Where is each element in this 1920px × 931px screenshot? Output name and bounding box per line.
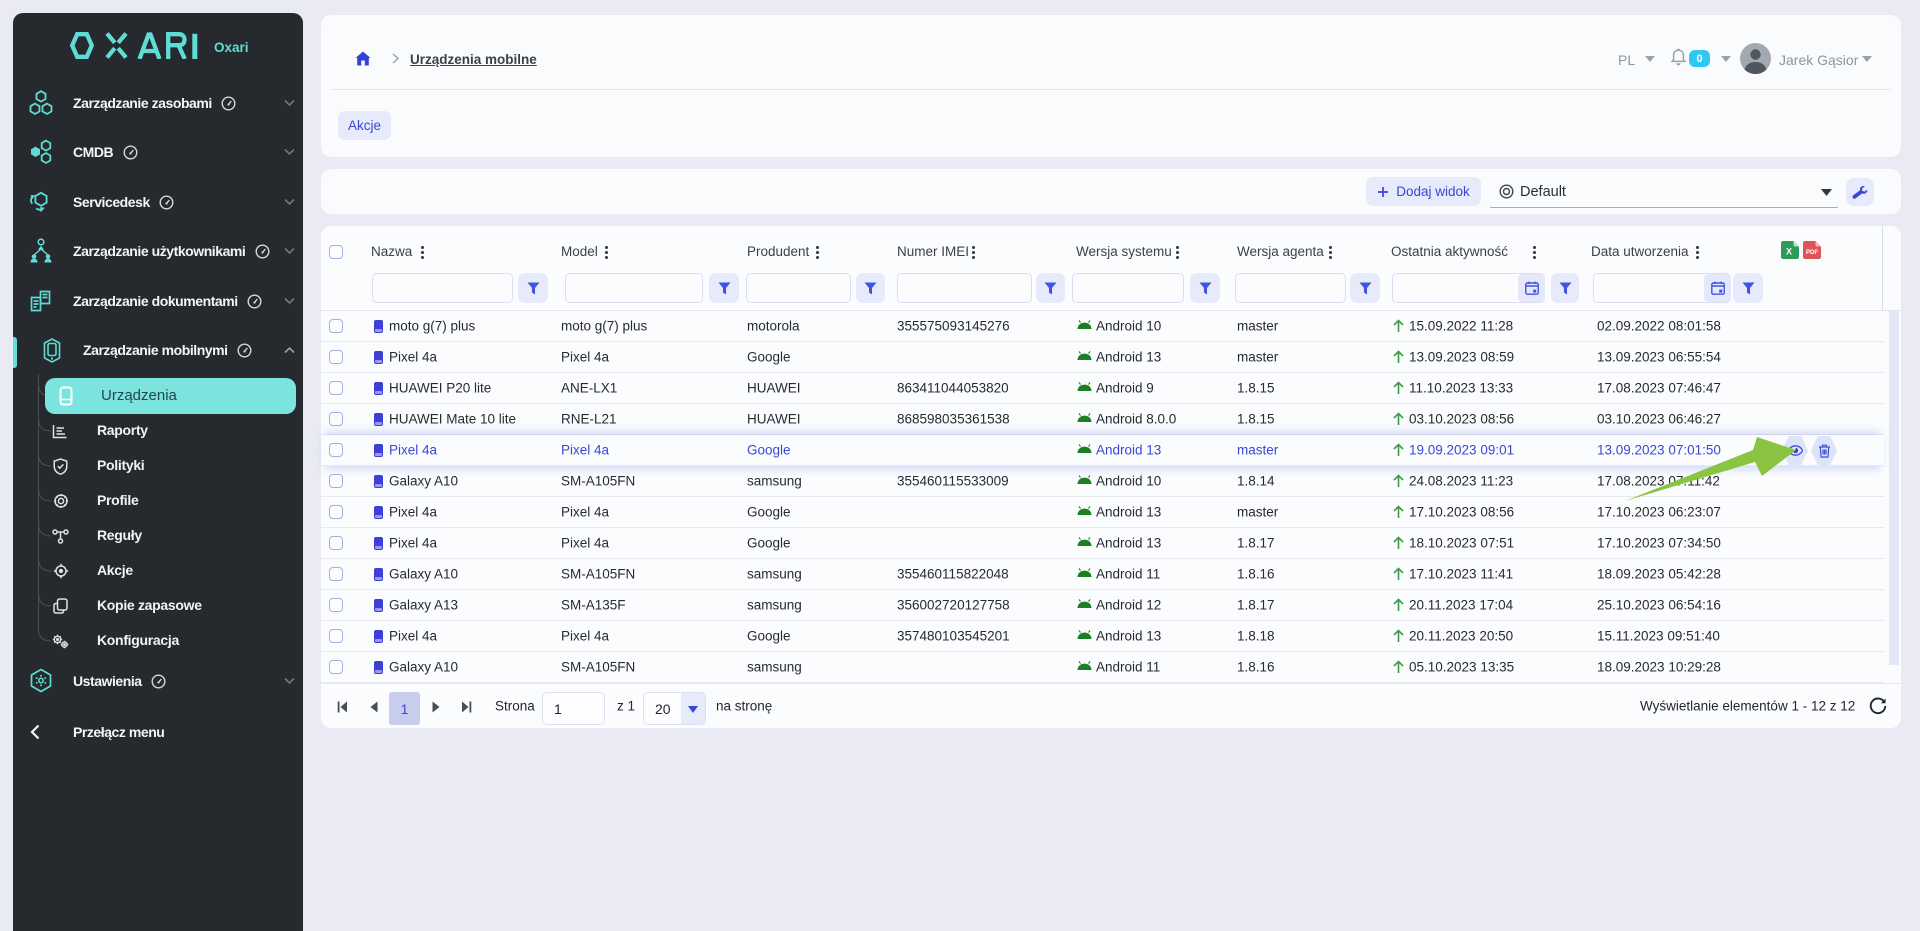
svg-text:X: X xyxy=(1786,247,1792,257)
svg-text:PDF: PDF xyxy=(1806,250,1818,256)
